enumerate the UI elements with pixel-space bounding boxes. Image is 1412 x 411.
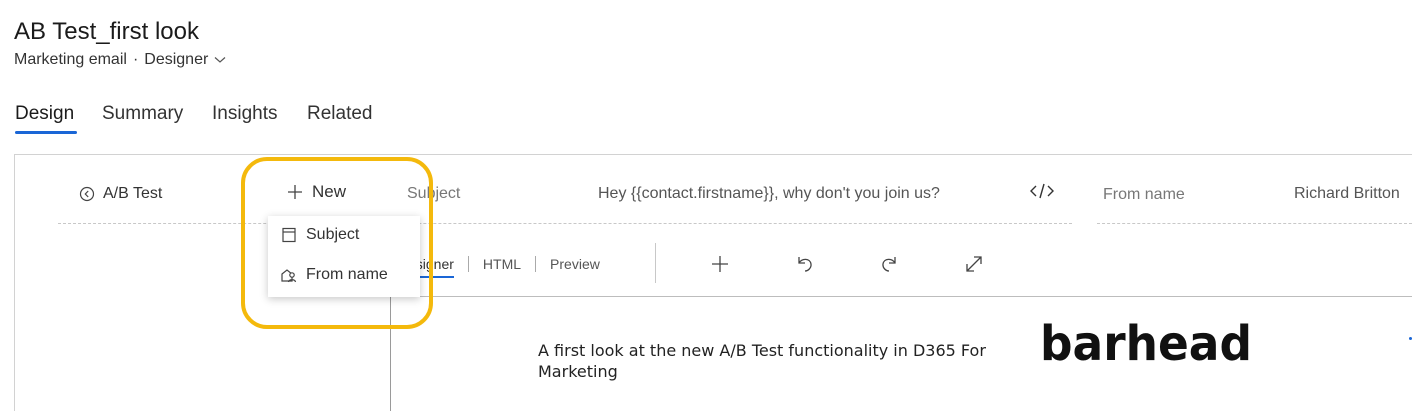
menu-item-label: From name xyxy=(306,266,388,283)
entity-name: Marketing email xyxy=(14,51,127,68)
email-heading-text[interactable]: A first look at the new A/B Test functio… xyxy=(538,340,1018,382)
svg-text:barhead: barhead xyxy=(1040,322,1252,368)
form-selector[interactable]: Designer xyxy=(144,51,208,69)
tab-preview[interactable]: Preview xyxy=(550,256,600,272)
undo-icon[interactable] xyxy=(795,253,815,280)
from-name-field[interactable]: Richard Britton xyxy=(1294,185,1400,203)
divider xyxy=(58,223,1072,224)
expand-icon[interactable] xyxy=(963,253,985,280)
from-name-label: From name xyxy=(1103,186,1185,203)
tab-separator xyxy=(467,256,469,272)
menu-item-label: Subject xyxy=(306,226,360,243)
new-variant-button[interactable]: New xyxy=(286,182,346,202)
editor-border-top xyxy=(390,296,1412,297)
page-title: AB Test_first look xyxy=(14,18,199,45)
new-dropdown-menu: Subject From name xyxy=(268,216,420,297)
chevron-down-icon[interactable] xyxy=(214,51,226,69)
code-icon[interactable] xyxy=(1029,182,1055,205)
tab-insights[interactable]: Insights xyxy=(212,103,277,125)
tab-related[interactable]: Related xyxy=(307,103,373,125)
tab-separator xyxy=(535,256,537,272)
canvas-border-left xyxy=(14,154,15,411)
editor-view-tabs: esigner HTML Preview xyxy=(408,254,600,278)
canvas-border-top xyxy=(14,154,1412,155)
active-tab-indicator xyxy=(15,131,77,134)
tab-html[interactable]: HTML xyxy=(483,256,521,272)
from-name-icon xyxy=(281,269,297,283)
tab-summary[interactable]: Summary xyxy=(102,103,183,125)
toolbar-divider xyxy=(655,243,656,283)
subtitle-separator: · xyxy=(132,51,139,68)
add-icon[interactable] xyxy=(709,253,731,280)
redo-icon[interactable] xyxy=(879,253,899,280)
menu-item-from-name[interactable]: From name xyxy=(280,266,388,284)
divider xyxy=(1097,223,1412,224)
barhead-logo: barhead xyxy=(1040,322,1252,368)
subject-field[interactable]: Hey {{contact.firstname}}, why don't you… xyxy=(598,185,940,203)
circle-back-icon xyxy=(79,186,95,202)
editor-border-left xyxy=(390,296,391,411)
ab-test-label: A/B Test xyxy=(103,185,163,202)
subject-label: Subject xyxy=(407,185,461,202)
ab-test-back-button[interactable]: A/B Test xyxy=(79,185,162,203)
subject-icon xyxy=(282,227,296,243)
record-subtitle: Marketing email · Designer xyxy=(14,51,226,69)
menu-item-subject[interactable]: Subject xyxy=(280,226,359,244)
tab-design[interactable]: Design xyxy=(15,103,74,125)
plus-icon xyxy=(288,185,302,199)
new-button-label: New xyxy=(312,182,347,201)
